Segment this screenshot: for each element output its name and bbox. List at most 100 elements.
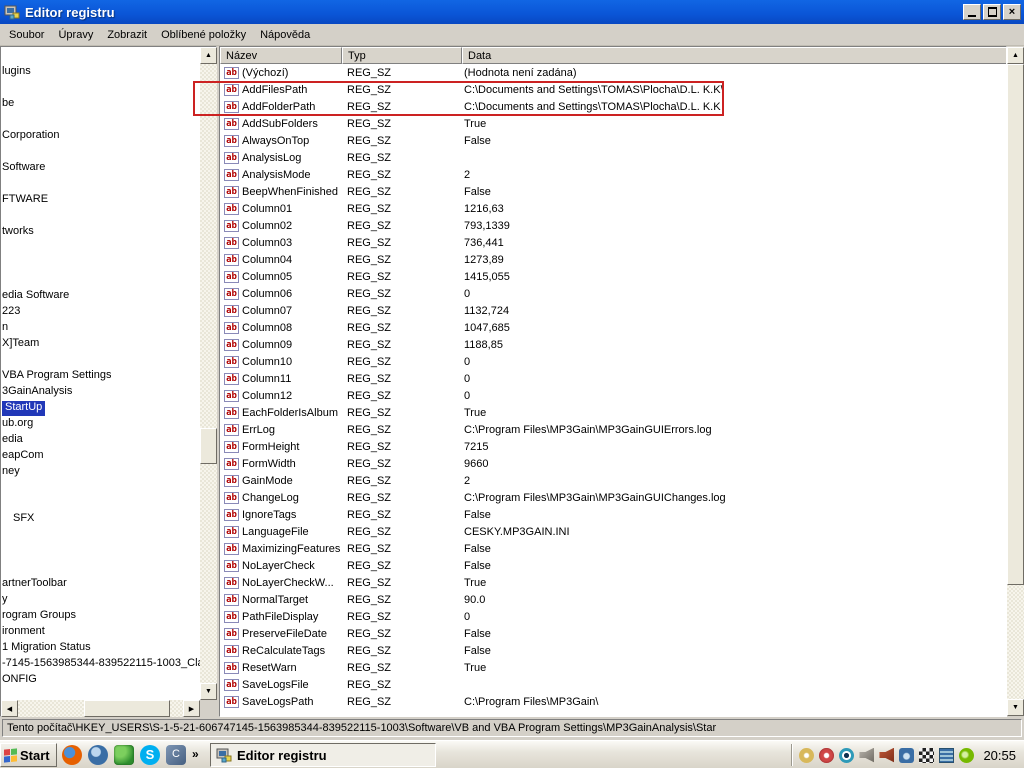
menu-item-4[interactable]: Oblíbené položky	[154, 26, 253, 44]
close-button[interactable]: ×	[1003, 4, 1021, 20]
tree-item[interactable]: 1 Migration Status	[2, 641, 91, 656]
table-row[interactable]: ab Column02 REG_SZ 793,1339	[220, 218, 1006, 235]
column-header-type[interactable]: Typ	[342, 47, 462, 64]
table-row[interactable]: ab ErrLog REG_SZ C:\Program Files\MP3Gai…	[220, 422, 1006, 439]
menu-item-3[interactable]: Zobrazit	[100, 26, 154, 44]
tree-item[interactable]: ub.org	[2, 417, 33, 432]
table-row[interactable]: ab LanguageFile REG_SZ CESKY.MP3GAIN.INI	[220, 524, 1006, 541]
title-bar[interactable]: Editor registru ×	[0, 0, 1024, 24]
table-row[interactable]: ab Column11 REG_SZ 0	[220, 371, 1006, 388]
table-row[interactable]: ab SaveLogsPath REG_SZ C:\Program Files\…	[220, 694, 1006, 711]
tree-item[interactable]: X]Team	[2, 337, 39, 352]
tree-item[interactable]: be	[2, 97, 14, 112]
table-row[interactable]: ab NoLayerCheck REG_SZ False	[220, 558, 1006, 575]
volume-icon[interactable]	[879, 747, 895, 763]
table-row[interactable]: ab Column09 REG_SZ 1188,85	[220, 337, 1006, 354]
table-row[interactable]: ab Column12 REG_SZ 0	[220, 388, 1006, 405]
tree-item[interactable]: eapCom	[2, 449, 44, 464]
tree-item[interactable]: n	[2, 321, 8, 336]
tree-scroll-up-button[interactable]: ▲	[200, 47, 217, 64]
tree-item[interactable]: 3GainAnalysis	[2, 385, 72, 400]
tree-item[interactable]: rogram Groups	[2, 609, 76, 624]
display-icon[interactable]	[939, 747, 955, 763]
table-row[interactable]: ab AnalysisLog REG_SZ	[220, 150, 1006, 167]
table-row[interactable]: ab IgnoreTags REG_SZ False	[220, 507, 1006, 524]
tree-item[interactable]: FTWARE	[2, 193, 48, 208]
tree-item[interactable]: Software	[2, 161, 45, 176]
table-row[interactable]: ab AddFolderPath REG_SZ C:\Documents and…	[220, 99, 1006, 116]
tree-item[interactable]: y	[2, 593, 8, 608]
tree-item[interactable]: VBA Program Settings	[2, 369, 111, 384]
cd-icon[interactable]	[799, 747, 815, 763]
minimize-button[interactable]	[963, 4, 981, 20]
table-row[interactable]: ab EachFolderIsAlbum REG_SZ True	[220, 405, 1006, 422]
list-vscroll-thumb[interactable]	[1007, 64, 1024, 585]
quicklaunch-chevron[interactable]: »	[192, 747, 199, 761]
tree-item-selected[interactable]: StartUp	[2, 401, 46, 416]
tree-item[interactable]: tworks	[2, 225, 34, 240]
speaker-icon[interactable]	[859, 747, 875, 763]
camera-icon[interactable]	[899, 747, 915, 763]
tree-scroll-right-button[interactable]: ▶	[183, 700, 200, 717]
menu-item-2[interactable]: Úpravy	[51, 26, 100, 44]
tree-item[interactable]: edia Software	[2, 289, 69, 304]
skype-icon[interactable]: S	[140, 745, 160, 765]
table-row[interactable]: ab ChangeLog REG_SZ C:\Program Files\MP3…	[220, 490, 1006, 507]
table-row[interactable]: ab AddFilesPath REG_SZ C:\Documents and …	[220, 82, 1006, 99]
thunderbird-icon[interactable]	[88, 745, 108, 765]
tree-item[interactable]: edia	[2, 433, 23, 448]
table-row[interactable]: ab Column03 REG_SZ 736,441	[220, 235, 1006, 252]
column-header-name[interactable]: Název	[220, 47, 342, 64]
tree-item[interactable]: SFX	[13, 512, 34, 527]
tree-item[interactable]: artnerToolbar	[2, 577, 67, 592]
tree-item[interactable]: ney	[2, 465, 20, 480]
tree-item[interactable]: lugins	[2, 65, 31, 80]
table-row[interactable]: ab Column07 REG_SZ 1132,724	[220, 303, 1006, 320]
table-row[interactable]: ab Column08 REG_SZ 1047,685	[220, 320, 1006, 337]
table-row[interactable]: ab PathFileDisplay REG_SZ 0	[220, 609, 1006, 626]
table-row[interactable]: ab MaximizingFeatures REG_SZ False	[220, 541, 1006, 558]
table-row[interactable]: ab BeepWhenFinished REG_SZ False	[220, 184, 1006, 201]
tree-item[interactable]: 223	[2, 305, 20, 320]
restore-button[interactable]	[983, 4, 1001, 20]
tree-item[interactable]: ONFIG	[2, 673, 37, 688]
tree-vscroll-thumb[interactable]	[200, 428, 217, 464]
table-row[interactable]: ab Column04 REG_SZ 1273,89	[220, 252, 1006, 269]
column-header-data[interactable]: Data	[462, 47, 1006, 64]
table-row[interactable]: ab SaveLogsFile REG_SZ	[220, 677, 1006, 694]
table-row[interactable]: ab FormHeight REG_SZ 7215	[220, 439, 1006, 456]
messenger-icon[interactable]: C	[166, 745, 186, 765]
clover-icon[interactable]	[114, 745, 134, 765]
tree-vscroll-track[interactable]	[200, 64, 217, 683]
table-row[interactable]: ab AddSubFolders REG_SZ True	[220, 116, 1006, 133]
tree-scroll-down-button[interactable]: ▼	[200, 683, 217, 700]
tree-item[interactable]: -7145-1563985344-839522115-1003_Cla	[2, 657, 204, 672]
menu-item-1[interactable]: Soubor	[2, 26, 51, 44]
table-row[interactable]: ab ResetWarn REG_SZ True	[220, 660, 1006, 677]
table-row[interactable]: ab Column01 REG_SZ 1216,63	[220, 201, 1006, 218]
task-button-editor-registru[interactable]: Editor registru	[210, 743, 436, 767]
nvidia-icon[interactable]	[959, 747, 975, 763]
start-button[interactable]: Start	[0, 743, 57, 767]
table-row[interactable]: ab NormalTarget REG_SZ 90.0	[220, 592, 1006, 609]
table-row[interactable]: ab (Výchozí) REG_SZ (Hodnota není zadána…	[220, 65, 1006, 82]
firefox-icon[interactable]	[62, 745, 82, 765]
menu-item-5[interactable]: Nápověda	[253, 26, 317, 44]
eye-icon[interactable]	[839, 747, 855, 763]
table-row[interactable]: ab AnalysisMode REG_SZ 2	[220, 167, 1006, 184]
table-row[interactable]: ab PreserveFileDate REG_SZ False	[220, 626, 1006, 643]
table-row[interactable]: ab FormWidth REG_SZ 9660	[220, 456, 1006, 473]
table-row[interactable]: ab ReCalculateTags REG_SZ False	[220, 643, 1006, 660]
table-row[interactable]: ab GainMode REG_SZ 2	[220, 473, 1006, 490]
tree-scroll-left-button[interactable]: ◀	[1, 700, 18, 717]
list-scroll-up-button[interactable]: ▲	[1007, 47, 1024, 64]
table-row[interactable]: ab Column05 REG_SZ 1415,055	[220, 269, 1006, 286]
list-scroll-down-button[interactable]: ▼	[1007, 699, 1024, 716]
tree-item[interactable]: Corporation	[2, 129, 59, 144]
tree-hscroll-thumb[interactable]	[84, 700, 170, 717]
table-row[interactable]: ab NoLayerCheckW... REG_SZ True	[220, 575, 1006, 592]
tree-item[interactable]: ironment	[2, 625, 45, 640]
table-row[interactable]: ab Column06 REG_SZ 0	[220, 286, 1006, 303]
table-row[interactable]: ab Column10 REG_SZ 0	[220, 354, 1006, 371]
flower-icon[interactable]	[819, 747, 835, 763]
